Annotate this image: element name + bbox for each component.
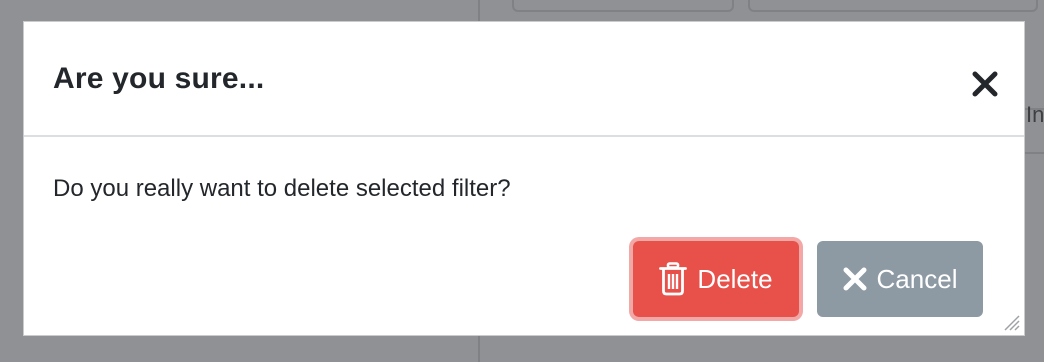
dialog-body: Do you really want to delete selected fi… (24, 137, 1024, 335)
cancel-button[interactable]: Cancel (817, 241, 983, 317)
background-control (748, 0, 1038, 12)
background-control (512, 0, 734, 12)
confirm-dialog: Are you sure... Do you really want to de… (23, 21, 1025, 336)
cancel-button-label: Cancel (876, 263, 958, 294)
resize-handle[interactable] (1001, 312, 1021, 332)
dialog-header: Are you sure... (24, 22, 1024, 137)
close-icon (843, 267, 867, 291)
close-icon (972, 71, 998, 100)
background-text: In (1026, 102, 1044, 127)
delete-button-label: Delete (697, 263, 773, 294)
delete-button[interactable]: Delete (633, 241, 799, 317)
close-button[interactable] (968, 68, 1002, 102)
trash-icon (659, 262, 688, 296)
dialog-title: Are you sure... (53, 62, 265, 95)
dialog-message: Do you really want to delete selected fi… (53, 175, 511, 202)
